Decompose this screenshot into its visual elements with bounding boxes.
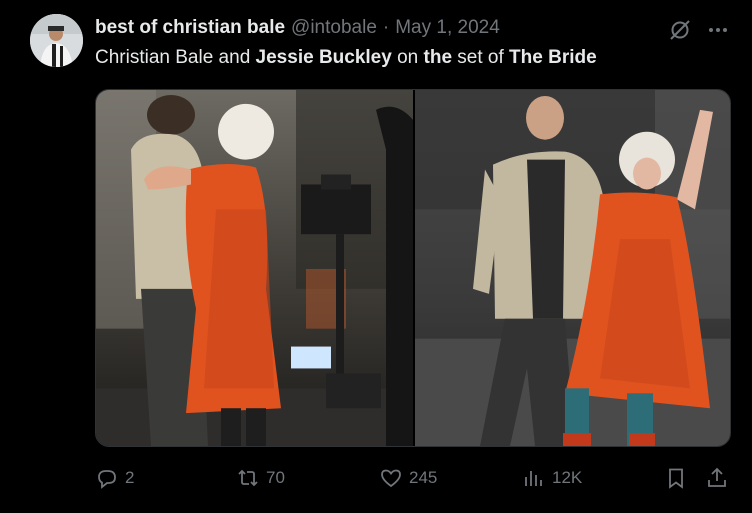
- text-part: Christian Bale and: [95, 47, 256, 68]
- repost-count: 70: [266, 468, 285, 487]
- text-part-bold[interactable]: The Bride: [509, 47, 597, 68]
- avatar[interactable]: [30, 14, 83, 67]
- text-part: on: [391, 47, 424, 68]
- photo-dance[interactable]: [415, 90, 730, 446]
- display-name[interactable]: best of christian bale: [95, 17, 285, 39]
- repost-button[interactable]: 70: [236, 463, 285, 493]
- tweet[interactable]: best of christian bale @intobale · May 1…: [0, 0, 752, 513]
- share-icon: [708, 467, 726, 487]
- heart-icon: [381, 469, 401, 488]
- photo-kiss[interactable]: [96, 90, 413, 446]
- view-count: 12K: [552, 468, 583, 487]
- retweet-icon: [238, 469, 258, 487]
- media-grid[interactable]: [95, 89, 731, 447]
- user-handle[interactable]: @intobale: [291, 17, 377, 39]
- grok-icon[interactable]: [668, 18, 692, 42]
- views-icon: [525, 471, 542, 486]
- post-date[interactable]: May 1, 2024: [395, 17, 500, 39]
- like-button[interactable]: 245: [379, 463, 437, 493]
- action-bar: 2 70 245 12K: [95, 463, 735, 493]
- bookmark-button[interactable]: [664, 463, 688, 493]
- separator-dot: ·: [382, 17, 390, 38]
- share-button[interactable]: [705, 463, 729, 493]
- text-part-bold[interactable]: Jessie Buckley: [256, 47, 392, 68]
- like-count: 245: [409, 468, 438, 487]
- text-part-bold[interactable]: the: [424, 47, 453, 68]
- text-part: set of: [452, 47, 510, 68]
- reply-button[interactable]: 2: [95, 463, 134, 493]
- post-text: Christian Bale and Jessie Buckley on the…: [95, 46, 597, 70]
- post-header: best of christian bale @intobale · May 1…: [95, 15, 500, 41]
- more-icon[interactable]: [706, 18, 730, 42]
- bookmark-icon: [669, 468, 683, 489]
- reply-icon: [98, 470, 116, 489]
- views-button[interactable]: 12K: [522, 463, 582, 493]
- reply-count: 2: [125, 468, 135, 487]
